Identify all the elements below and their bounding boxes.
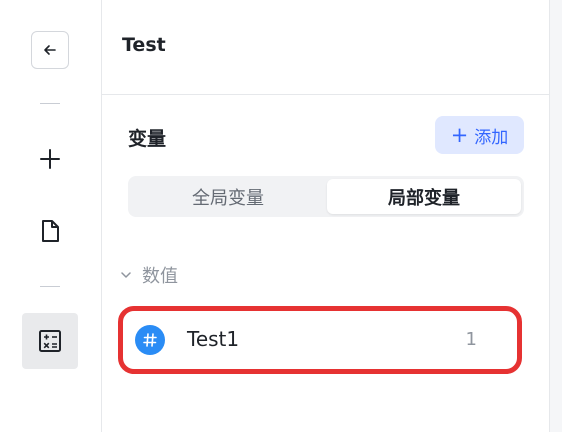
chevron-down-icon — [121, 272, 131, 278]
document-icon — [42, 220, 59, 242]
tab-global-variables[interactable]: 全局变量 — [131, 179, 325, 214]
section-title: 变量 — [128, 128, 167, 150]
tab-local-variables[interactable]: 局部变量 — [327, 179, 521, 214]
canvas-edge — [550, 0, 562, 432]
left-rail — [0, 0, 102, 432]
document-button[interactable] — [22, 203, 78, 259]
hash-icon — [135, 325, 165, 355]
variables-panel: Test 变量 + 添加 全局变量 局部变量 数值 Test1 1 — [102, 0, 550, 432]
back-arrow-icon — [44, 45, 56, 55]
calculator-icon — [39, 330, 61, 352]
group-label: 数值 — [142, 266, 178, 287]
page-title: Test — [122, 34, 166, 56]
variable-usage-count: 1 — [465, 329, 477, 350]
group-header-numeric[interactable]: 数值 — [120, 262, 178, 288]
plus-icon: + — [450, 122, 469, 147]
add-button[interactable] — [22, 131, 78, 187]
variable-name: Test1 — [187, 327, 240, 351]
rail-divider — [40, 286, 60, 287]
add-variable-label: 添加 — [474, 127, 509, 148]
plus-icon — [40, 149, 60, 169]
add-variable-button[interactable]: + 添加 — [435, 116, 524, 154]
scope-tabs: 全局变量 局部变量 — [128, 176, 524, 217]
rail-divider — [40, 103, 60, 104]
back-button[interactable] — [31, 31, 69, 69]
variables-button[interactable] — [22, 313, 78, 369]
panel-header: Test — [102, 0, 550, 95]
variable-item[interactable]: Test1 1 — [118, 306, 522, 374]
